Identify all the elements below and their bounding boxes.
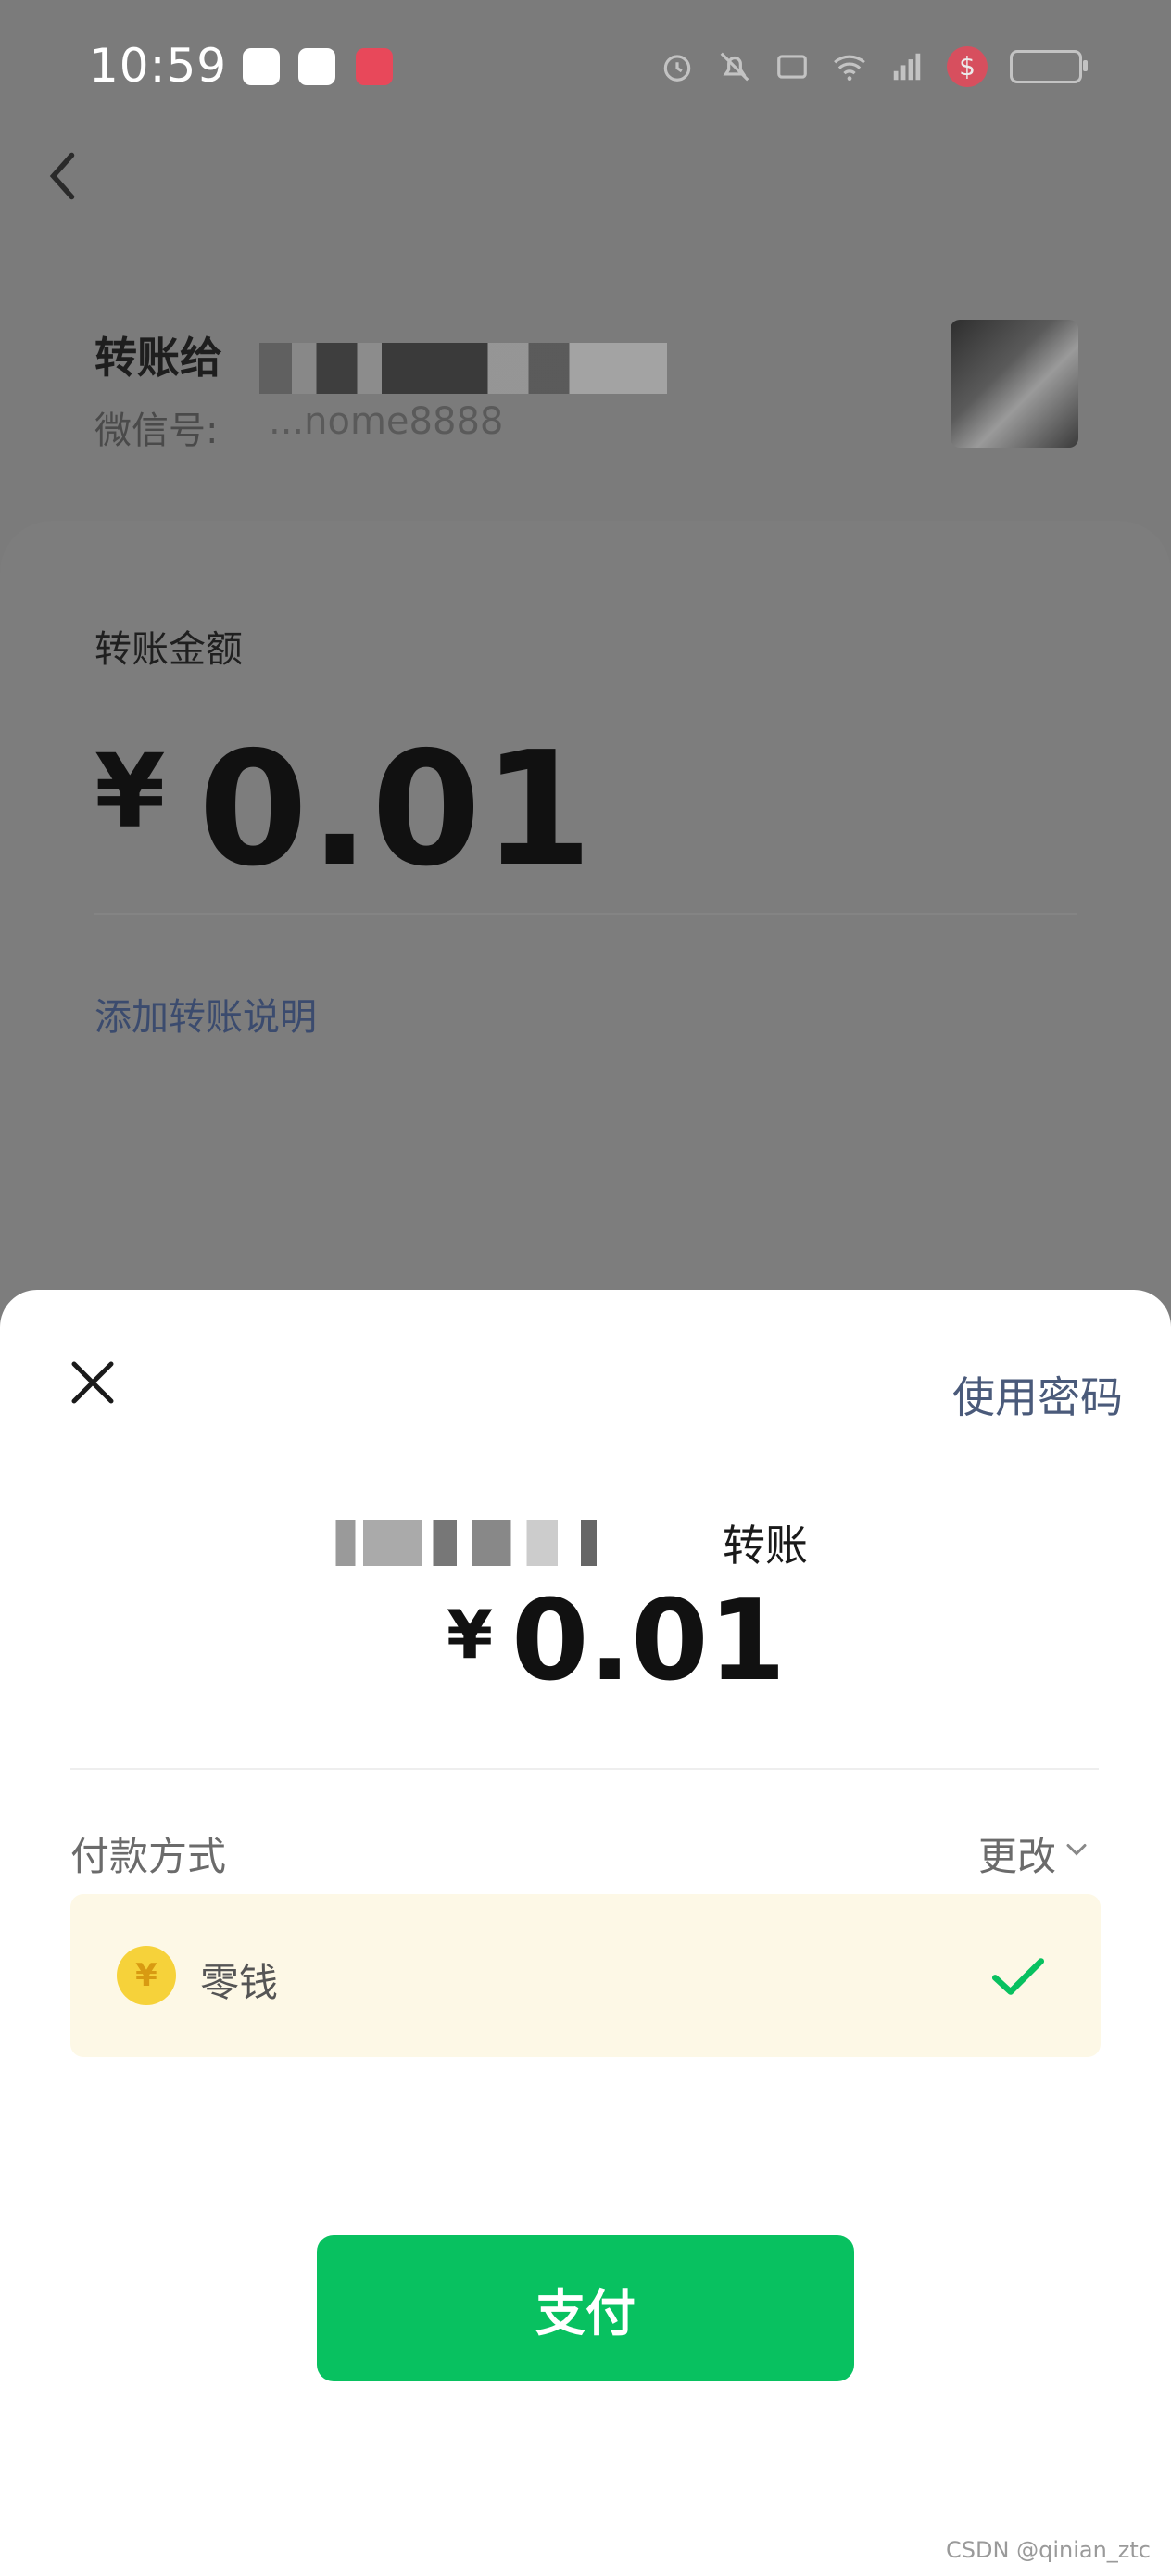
sheet-currency-symbol: ¥ <box>447 1596 494 1673</box>
back-arrow-icon[interactable] <box>37 148 93 204</box>
chevron-down-icon[interactable] <box>1060 1833 1093 1866</box>
transfer-amount-label: 转账金额 <box>94 628 243 671</box>
checkmark-icon <box>991 1958 1045 1995</box>
change-method-button[interactable]: 更改 <box>978 1825 1056 1882</box>
mute-icon <box>720 52 749 82</box>
csdn-watermark: CSDN @qinian_ztc <box>946 2537 1151 2563</box>
signal-icon <box>893 53 921 81</box>
coin-icon: ¥ <box>117 1946 176 2005</box>
recipient-avatar <box>951 320 1078 448</box>
status-time: 10:59 <box>89 39 228 93</box>
notes-icon <box>298 48 335 85</box>
wechat-id-value: ...nome8888 <box>269 400 504 443</box>
calendar-icon <box>243 48 280 85</box>
status-icons: $ <box>660 46 1088 87</box>
wechat-id-label: 微信号: <box>94 410 219 452</box>
red-app-icon <box>356 48 393 85</box>
wifi-icon <box>834 55 865 82</box>
recipient-name-redacted <box>259 343 667 394</box>
add-note-link[interactable]: 添加转账说明 <box>94 987 317 1041</box>
transfer-amount-input[interactable]: 0.01 <box>198 718 594 902</box>
sheet-amount: 0.01 <box>511 1577 787 1706</box>
security-shield-icon: $ <box>947 46 988 87</box>
close-icon[interactable] <box>65 1355 120 1410</box>
message-icon <box>777 55 807 79</box>
transfer-to-label: 转账给 <box>94 333 222 383</box>
payment-method-name: 零钱 <box>200 1960 279 2005</box>
amount-divider <box>94 913 1077 915</box>
sheet-divider <box>70 1768 1099 1770</box>
use-password-button[interactable]: 使用密码 <box>952 1364 1123 1425</box>
sheet-title-redacted <box>324 1520 713 1566</box>
battery-icon <box>1010 50 1088 83</box>
pay-button[interactable]: 支付 <box>317 2235 854 2381</box>
sheet-title: 转账 <box>723 1521 808 1571</box>
payment-method-label: 付款方式 <box>70 1834 227 1879</box>
currency-symbol: ¥ <box>94 732 166 851</box>
alarm-icon <box>663 55 691 82</box>
